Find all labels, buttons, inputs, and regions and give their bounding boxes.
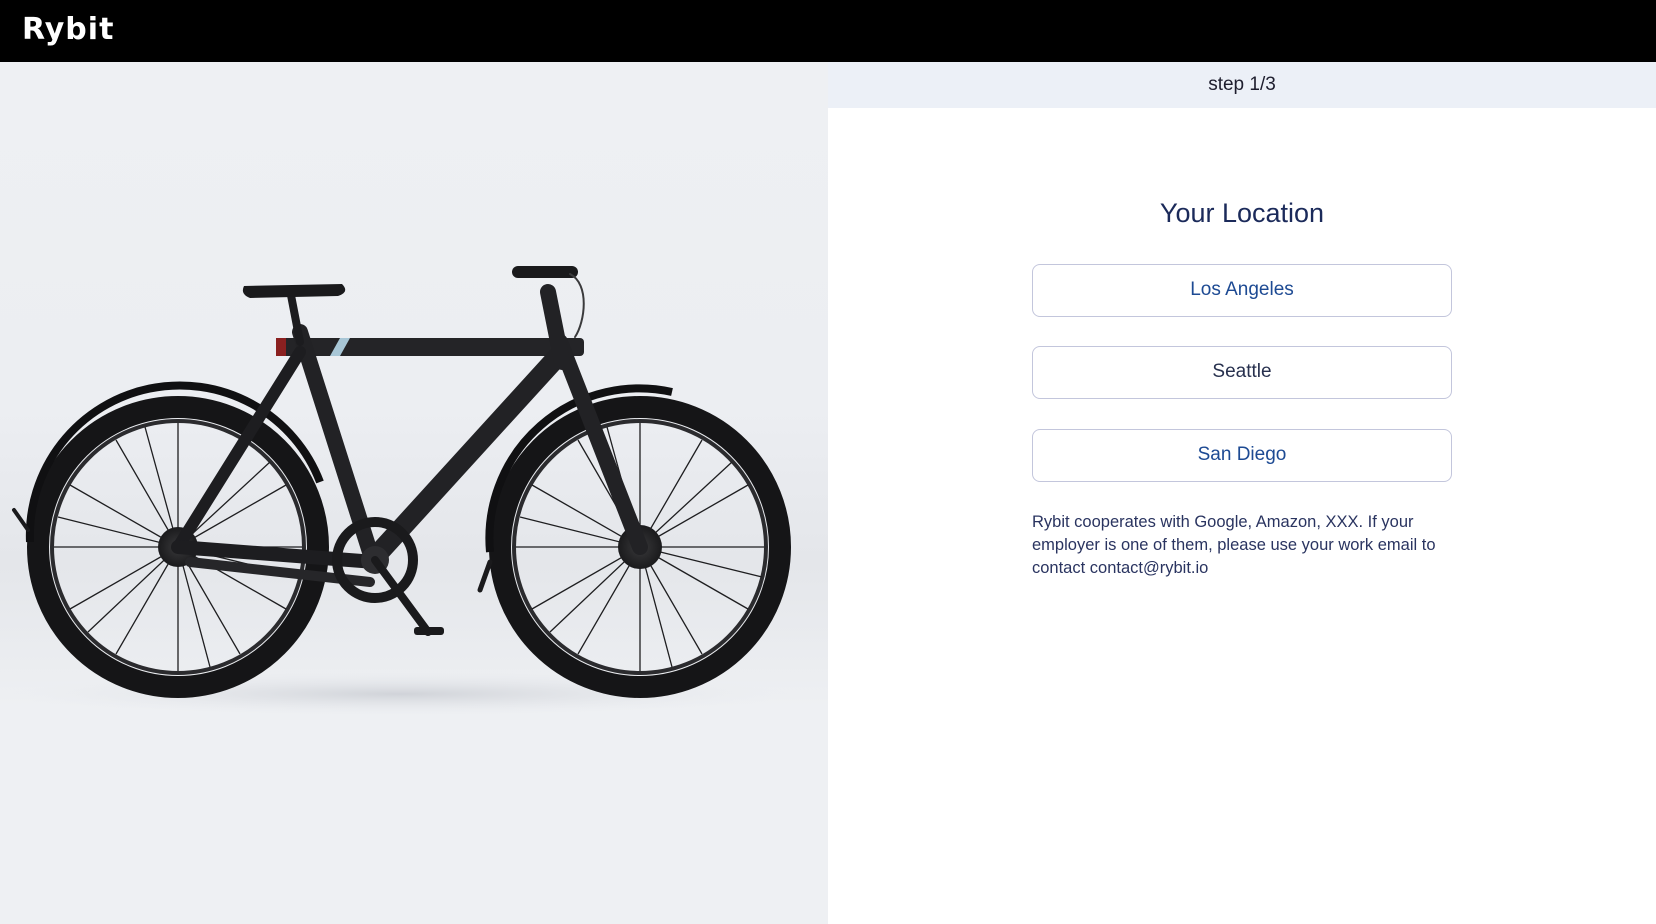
bicycle-image xyxy=(10,266,791,716)
step-indicator: step 1/3 xyxy=(828,62,1656,108)
rear-wheel xyxy=(25,381,329,698)
rybit-logo[interactable]: Rybit xyxy=(22,12,114,48)
location-option-los-angeles[interactable]: Los Angeles xyxy=(1032,264,1452,317)
employer-cooperation-note: Rybit cooperates with Google, Amazon, XX… xyxy=(1032,513,1436,577)
page-title: Your Location xyxy=(1159,198,1325,228)
location-option-san-diego[interactable]: San Diego xyxy=(1032,429,1452,482)
location-form-panel: step 1/3 Your Location Los Angeles Seatt… xyxy=(828,62,1656,924)
hero-image-panel xyxy=(0,62,828,924)
location-option-seattle[interactable]: Seattle xyxy=(1032,346,1452,399)
top-navigation-bar: Rybit xyxy=(0,0,1656,62)
